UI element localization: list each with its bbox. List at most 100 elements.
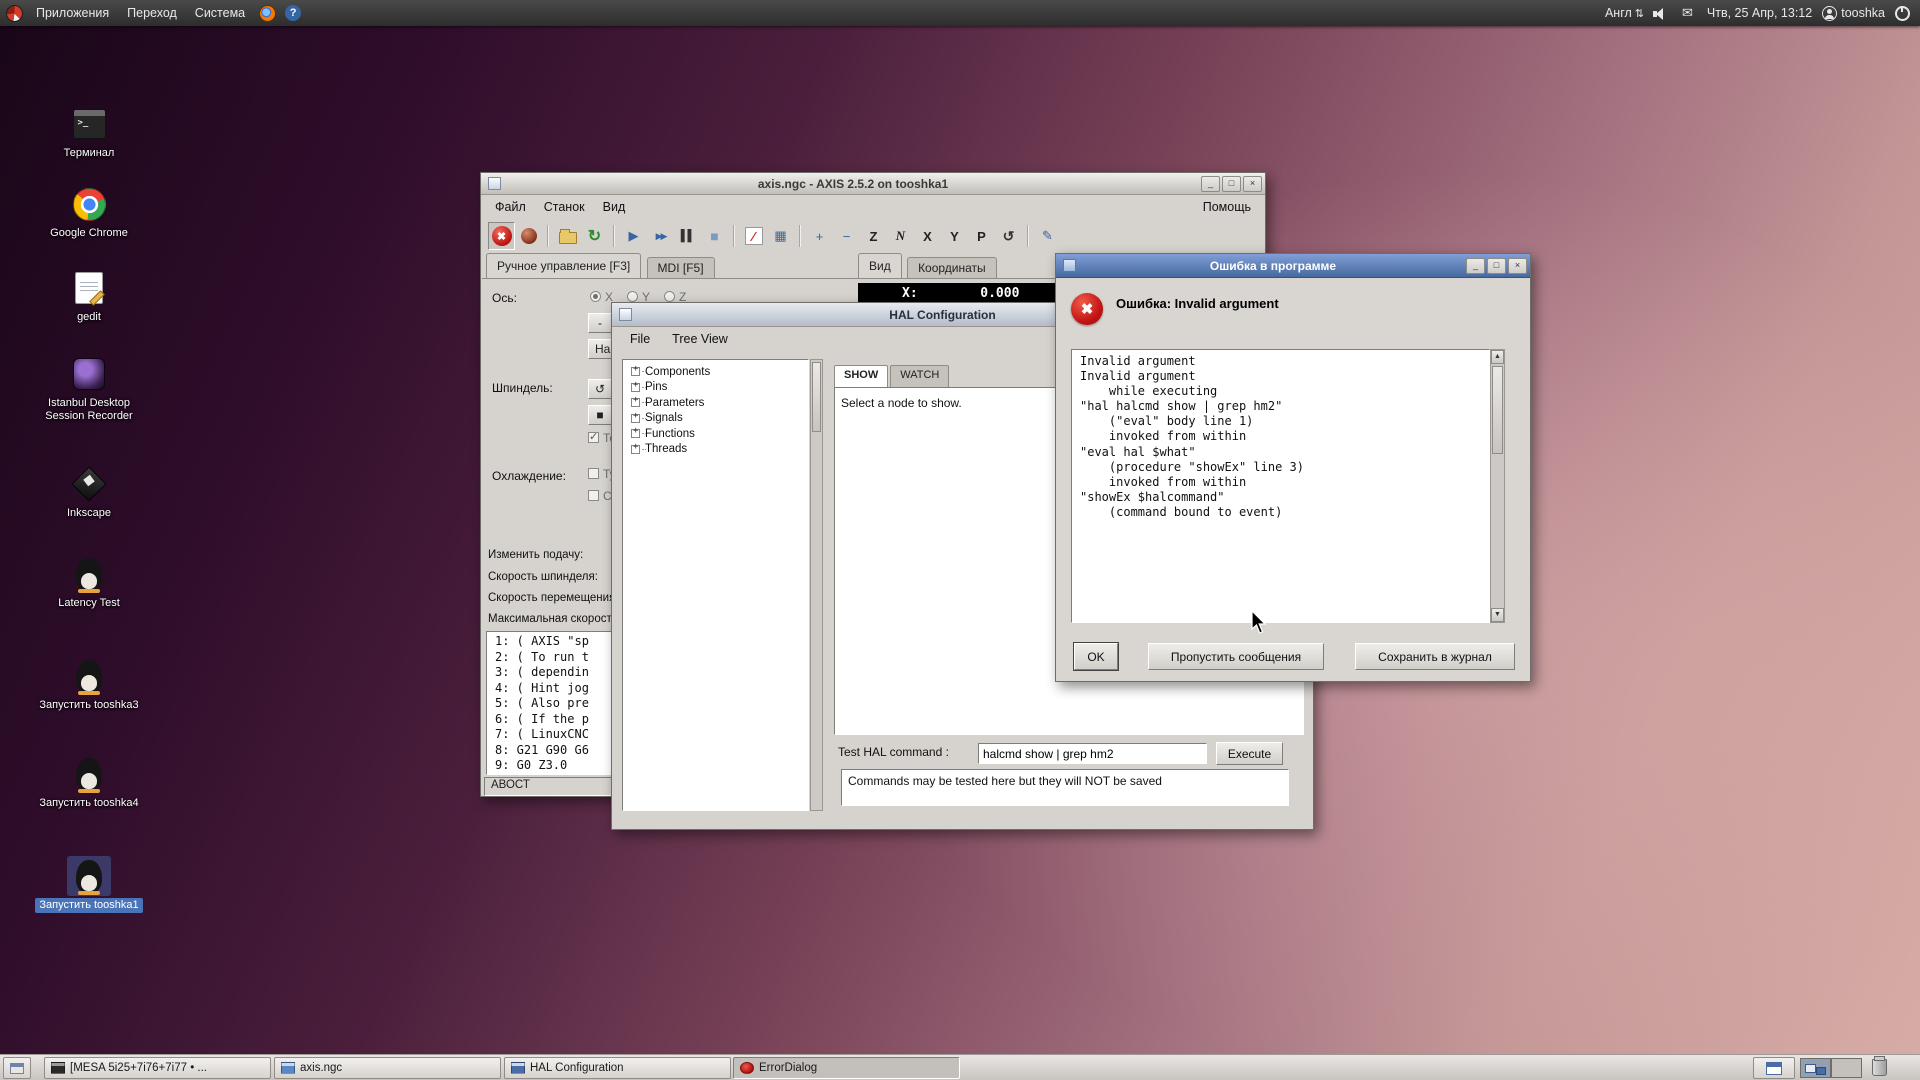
distro-logo-icon[interactable] xyxy=(6,5,23,22)
menu-help[interactable]: Помощь xyxy=(1194,198,1260,216)
run-button[interactable]: ▶ xyxy=(620,222,647,250)
view-z-button[interactable]: Z xyxy=(860,222,887,250)
run-from-line-button[interactable]: ▶▶ xyxy=(647,222,674,250)
layout-switch-icon[interactable] xyxy=(1635,7,1644,20)
desktop-icon-istanbul[interactable]: Istanbul Desktop Session Recorder xyxy=(30,354,148,424)
error-text-area[interactable]: Invalid argument Invalid argument while … xyxy=(1071,349,1490,623)
expander-icon[interactable] xyxy=(631,414,640,423)
system-menu[interactable]: Система xyxy=(186,0,254,26)
power-icon[interactable] xyxy=(1895,6,1910,21)
zoom-in-button[interactable]: + xyxy=(806,222,833,250)
skip-lines-button[interactable]: ∕ xyxy=(740,222,767,250)
close-button[interactable]: × xyxy=(1508,258,1527,274)
skip-messages-button[interactable]: Пропустить сообщения xyxy=(1148,643,1324,670)
error-scrollbar[interactable] xyxy=(1490,349,1505,623)
stop-button[interactable]: ■ xyxy=(701,222,728,250)
minimize-button[interactable]: _ xyxy=(1466,258,1485,274)
tab-show[interactable]: SHOW xyxy=(834,365,888,387)
rotate-view-button[interactable]: ↺ xyxy=(995,222,1022,250)
user-menu[interactable]: tooshka xyxy=(1841,6,1885,20)
task-axis[interactable]: axis.ngc xyxy=(274,1057,501,1079)
reload-button[interactable]: ↻ xyxy=(581,222,608,250)
optional-blocks-button[interactable]: ▦ xyxy=(767,222,794,250)
tab-watch[interactable]: WATCH xyxy=(890,365,949,387)
workspace-switcher xyxy=(1800,1058,1862,1078)
minimize-button[interactable]: _ xyxy=(1201,176,1220,192)
help-launcher-icon[interactable] xyxy=(285,5,301,21)
volume-icon[interactable] xyxy=(1653,7,1668,20)
pause-button[interactable]: ▌▌ xyxy=(674,222,701,250)
error-titlebar[interactable]: Ошибка в программе _ □ × xyxy=(1056,254,1530,278)
view-y-button[interactable]: Y xyxy=(941,222,968,250)
spindle-ccw-button[interactable]: ↺ xyxy=(588,379,612,399)
task-hal-configuration[interactable]: HAL Configuration xyxy=(504,1057,731,1079)
expander-icon[interactable] xyxy=(631,398,640,407)
desktop-icon-terminal[interactable]: Терминал xyxy=(30,104,148,161)
desktop-icon-tooshka1[interactable]: Запустить tooshka1 xyxy=(30,856,148,913)
task-mesa-terminal[interactable]: [MESA 5i25+7i76+7i77 • ... xyxy=(44,1057,271,1079)
axis-titlebar[interactable]: axis.ngc - AXIS 2.5.2 on tooshka1 _ □ × xyxy=(481,173,1265,195)
spindle-stop-button[interactable]: ■ xyxy=(588,405,612,425)
zoom-out-button[interactable]: − xyxy=(833,222,860,250)
scroll-up-icon[interactable] xyxy=(1491,350,1504,364)
maximize-button[interactable]: □ xyxy=(1487,258,1506,274)
places-menu[interactable]: Переход xyxy=(118,0,186,26)
view-x-button[interactable]: X xyxy=(914,222,941,250)
menu-file[interactable]: File xyxy=(621,330,659,348)
window-selector-applet[interactable] xyxy=(1753,1057,1795,1079)
scrollbar-thumb[interactable] xyxy=(1492,366,1503,454)
menu-tree-view[interactable]: Tree View xyxy=(663,330,737,348)
estop-button[interactable]: ✖ xyxy=(488,222,515,250)
scroll-down-icon[interactable] xyxy=(1491,608,1504,622)
expander-icon[interactable] xyxy=(631,367,640,376)
desktop-icon-chrome[interactable]: Google Chrome xyxy=(30,184,148,241)
desktop-icon-tooshka3[interactable]: Запустить tooshka3 xyxy=(30,656,148,713)
tree-item-parameters[interactable]: Parameters xyxy=(629,395,808,411)
show-desktop-button[interactable] xyxy=(3,1057,31,1079)
tab-mdi[interactable]: MDI [F5] xyxy=(647,257,715,278)
desktop-icon-tooshka4[interactable]: Запустить tooshka4 xyxy=(30,754,148,811)
tree-item-threads[interactable]: Threads xyxy=(629,442,808,458)
desktop-icon-gedit[interactable]: gedit xyxy=(30,268,148,325)
menu-machine[interactable]: Станок xyxy=(535,198,594,216)
execute-button[interactable]: Execute xyxy=(1216,742,1283,765)
trash-icon[interactable] xyxy=(1872,1059,1887,1076)
maximize-button[interactable]: □ xyxy=(1222,176,1241,192)
menu-view[interactable]: Вид xyxy=(594,198,635,216)
scrollbar-thumb[interactable] xyxy=(812,362,821,432)
task-error-dialog[interactable]: ErrorDialog xyxy=(733,1057,960,1079)
mail-icon[interactable] xyxy=(1682,5,1693,21)
save-to-log-button[interactable]: Сохранить в журнал xyxy=(1355,643,1515,670)
tree-item-pins[interactable]: Pins xyxy=(629,380,808,396)
view-n-button[interactable]: N xyxy=(887,222,914,250)
tab-dro[interactable]: Координаты xyxy=(907,257,997,278)
tree-item-components[interactable]: Components xyxy=(629,364,808,380)
close-button[interactable]: × xyxy=(1243,176,1262,192)
tab-preview[interactable]: Вид xyxy=(858,253,902,278)
keyboard-layout-indicator[interactable]: Англ xyxy=(1605,6,1632,20)
firefox-launcher-icon[interactable] xyxy=(259,5,276,22)
open-file-button[interactable] xyxy=(554,222,581,250)
expander-icon[interactable] xyxy=(631,445,640,454)
workspace-2[interactable] xyxy=(1831,1058,1862,1078)
axis-x-radio[interactable]: X xyxy=(590,290,613,304)
desktop-icon-latency-test[interactable]: Latency Test xyxy=(30,554,148,611)
expander-icon[interactable] xyxy=(631,429,640,438)
applications-menu[interactable]: Приложения xyxy=(27,0,118,26)
jog-minus-button[interactable]: - xyxy=(588,313,612,333)
menu-file[interactable]: Файл xyxy=(486,198,535,216)
workspace-1[interactable] xyxy=(1800,1058,1831,1078)
expander-icon[interactable] xyxy=(631,383,640,392)
axis-window-title: axis.ngc - AXIS 2.5.2 on tooshka1 xyxy=(505,177,1201,191)
machine-power-button[interactable] xyxy=(515,222,542,250)
tree-item-functions[interactable]: Functions xyxy=(629,426,808,442)
desktop-icon-inkscape[interactable]: Inkscape xyxy=(30,464,148,521)
hal-command-input[interactable] xyxy=(978,743,1207,764)
ok-button[interactable]: OK xyxy=(1074,643,1118,670)
tab-manual-control[interactable]: Ручное управление [F3] xyxy=(486,253,641,278)
view-p-button[interactable]: P xyxy=(968,222,995,250)
clock[interactable]: Чтв, 25 Апр, 13:12 xyxy=(1707,6,1812,20)
tree-scrollbar[interactable] xyxy=(810,359,823,811)
tree-item-signals[interactable]: Signals xyxy=(629,411,808,427)
clear-plot-button[interactable]: ✎ xyxy=(1034,222,1061,250)
